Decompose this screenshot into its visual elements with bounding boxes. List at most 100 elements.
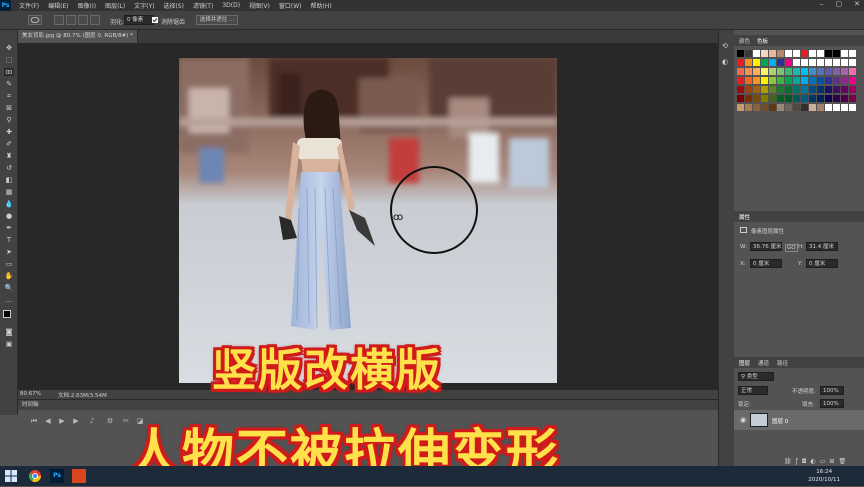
properties-title[interactable]: 属性 [739,213,750,221]
eraser-tool-icon[interactable]: ◧ [4,176,14,184]
link-layers-icon[interactable]: ⛓ [784,458,796,465]
color-swatch[interactable] [833,68,840,75]
color-swatch[interactable] [785,95,792,102]
add-selection-button[interactable] [66,15,76,25]
color-swatch[interactable] [769,68,776,75]
color-swatch[interactable] [833,50,840,57]
color-swatch[interactable] [849,104,856,111]
stamp-tool-icon[interactable]: ♜ [4,152,14,160]
maximize-button[interactable]: ▢ [836,0,843,8]
color-swatch[interactable] [785,104,792,111]
foreground-color-swatch[interactable] [3,310,11,318]
color-swatch[interactable] [809,59,816,66]
y-input[interactable]: 0 厘米 [806,259,838,268]
screen-mode-icon[interactable]: ▣ [4,340,14,348]
color-swatch[interactable] [785,77,792,84]
first-frame-icon[interactable]: ⏮ [30,417,38,425]
pen-tool-icon[interactable]: ✒ [4,224,14,232]
color-swatch[interactable] [833,77,840,84]
color-swatch[interactable] [761,104,768,111]
menu-edit[interactable]: 编辑(E) [48,1,68,10]
frame-tool-icon[interactable]: ⊠ [4,104,14,112]
path-select-tool-icon[interactable]: ➤ [4,248,14,256]
mask-icon[interactable]: ◘ [802,458,811,465]
link-dimensions-button[interactable]: GO [785,244,798,252]
color-swatch[interactable] [785,59,792,66]
color-swatch[interactable] [809,77,816,84]
color-swatch[interactable] [753,50,760,57]
color-swatch[interactable] [809,95,816,102]
color-swatch[interactable] [769,86,776,93]
history-icon[interactable]: ⟲ [722,42,732,50]
color-swatch[interactable] [825,77,832,84]
color-swatch[interactable] [825,50,832,57]
color-swatch[interactable] [817,86,824,93]
app-task-icon[interactable] [72,469,86,483]
type-tool-icon[interactable]: T [4,236,14,244]
color-swatch[interactable] [793,50,800,57]
menu-layer[interactable]: 图层(L) [105,1,125,10]
color-swatch[interactable] [753,68,760,75]
color-swatch[interactable] [737,77,744,84]
color-swatch[interactable] [745,50,752,57]
color-swatch[interactable] [833,104,840,111]
opacity-input[interactable]: 100% [820,386,844,395]
color-swatch[interactable] [785,86,792,93]
blend-mode-select[interactable]: 正常 [738,386,768,395]
color-swatch[interactable] [785,50,792,57]
menu-file[interactable]: 文件(F) [19,1,39,10]
color-swatch[interactable] [825,95,832,102]
layer-kind-filter[interactable]: ⚲ 类型 [738,372,774,381]
color-swatch[interactable] [793,68,800,75]
hand-tool-icon[interactable]: ✋ [4,272,14,280]
lasso-preset-button[interactable] [28,15,42,25]
color-swatch[interactable] [761,50,768,57]
eye-icon[interactable]: ◉ [740,416,746,424]
color-swatch[interactable] [769,77,776,84]
color-swatch[interactable] [777,59,784,66]
color-swatch[interactable] [825,104,832,111]
crop-tool-icon[interactable]: ⌗ [4,92,14,100]
layer-row[interactable]: ◉ 图层 0 [734,410,864,430]
color-swatch[interactable] [793,104,800,111]
color-swatch[interactable] [833,95,840,102]
trash-icon[interactable]: 🗑 [838,458,850,465]
select-and-mask-button[interactable]: 选择并遮住 ... [196,15,238,25]
history-brush-tool-icon[interactable]: ↺ [4,164,14,172]
menu-view[interactable]: 视图(V) [249,1,270,10]
color-swatch[interactable] [841,104,848,111]
dodge-tool-icon[interactable]: ● [4,212,14,220]
color-swatch[interactable] [753,77,760,84]
zoom-level[interactable]: 80.67% [20,391,41,397]
color-swatch[interactable] [801,86,808,93]
color-swatch[interactable] [801,104,808,111]
tab-layers[interactable]: 图层 [739,359,750,367]
color-swatch[interactable] [745,77,752,84]
group-icon[interactable]: ▭ [820,458,830,465]
color-swatch[interactable] [841,50,848,57]
color-swatch[interactable] [817,104,824,111]
subtract-selection-button[interactable] [78,15,88,25]
color-swatch[interactable] [785,68,792,75]
width-input[interactable]: 36.76 厘米 [750,242,782,251]
color-swatch[interactable] [849,68,856,75]
blur-tool-icon[interactable]: 💧 [4,200,14,208]
fill-input[interactable]: 100% [820,399,844,408]
color-swatch[interactable] [801,59,808,66]
color-swatch[interactable] [737,59,744,66]
color-swatch[interactable] [833,59,840,66]
zoom-tool-icon[interactable]: 🔍 [4,284,14,292]
shape-tool-icon[interactable]: ▭ [4,260,14,268]
color-swatch[interactable] [777,95,784,102]
color-swatch[interactable] [817,59,824,66]
color-swatch[interactable] [737,104,744,111]
healing-tool-icon[interactable]: ✚ [4,128,14,136]
color-swatch[interactable] [841,59,848,66]
color-swatch[interactable] [801,50,808,57]
color-swatch[interactable] [737,86,744,93]
tab-paths[interactable]: 路径 [777,359,788,367]
brush-tool-icon[interactable]: ✐ [4,140,14,148]
menu-window[interactable]: 窗口(W) [279,1,302,10]
color-swatch[interactable] [809,86,816,93]
document-size[interactable]: 文档:2.63M/3.54M [58,391,107,399]
